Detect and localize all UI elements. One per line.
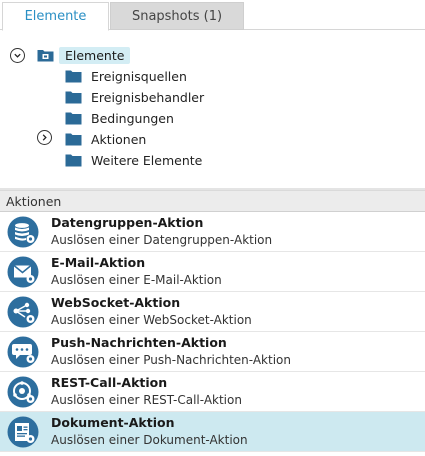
tree-item-label: Ereignisbehandler xyxy=(91,89,205,105)
action-title: Push-Nachrichten-Aktion xyxy=(51,335,227,350)
expand-icon[interactable] xyxy=(37,130,52,145)
tree-item-label: Bedingungen xyxy=(91,110,174,126)
tab-bar: Elemente Snapshots (1) xyxy=(0,0,425,31)
database-gear-icon xyxy=(7,216,39,248)
tab-snapshots[interactable]: Snapshots (1) xyxy=(110,2,244,30)
tree-item-aktionen[interactable]: Aktionen xyxy=(65,129,146,149)
action-description: Auslösen einer E-Mail-Aktion xyxy=(51,273,222,287)
action-title: REST-Call-Aktion xyxy=(51,375,168,390)
action-description: Auslösen einer REST-Call-Aktion xyxy=(51,393,242,407)
list-item-datengruppen-aktion[interactable]: Datengruppen-Aktion Auslösen einer Daten… xyxy=(0,212,425,252)
list-item-rest-call-aktion[interactable]: REST-Call-Aktion Auslösen einer REST-Cal… xyxy=(0,372,425,412)
folder-icon xyxy=(65,111,82,125)
email-gear-icon xyxy=(7,256,39,288)
elements-folder-icon xyxy=(37,48,54,62)
folder-icon xyxy=(65,132,82,146)
chat-bubble-gear-icon xyxy=(7,336,39,368)
action-list: Datengruppen-Aktion Auslösen einer Daten… xyxy=(0,212,425,456)
websocket-gear-icon xyxy=(7,296,39,328)
section-title: Aktionen xyxy=(6,193,62,209)
action-title: E-Mail-Aktion xyxy=(51,255,146,270)
tree-item-label: Ereignisquellen xyxy=(91,68,187,84)
collapse-icon[interactable] xyxy=(10,47,25,63)
action-description: Auslösen einer WebSocket-Aktion xyxy=(51,313,252,327)
element-tree: Elemente Ereignisquellen Ereignisbehandl… xyxy=(0,31,425,189)
document-gear-icon xyxy=(7,416,39,448)
tree-root-elemente[interactable]: Elemente xyxy=(10,45,131,65)
rest-gear-icon xyxy=(7,376,39,408)
list-item-email-aktion[interactable]: E-Mail-Aktion Auslösen einer E-Mail-Akti… xyxy=(0,252,425,292)
tree-item-ereignisbehandler[interactable]: Ereignisbehandler xyxy=(65,87,204,107)
action-description: Auslösen einer Datengruppen-Aktion xyxy=(51,233,273,247)
folder-icon xyxy=(65,69,82,83)
tree-item-label: Weitere Elemente xyxy=(91,152,203,168)
list-item-dokument-aktion[interactable]: Dokument-Aktion Auslösen einer Dokument-… xyxy=(0,412,425,452)
list-item-websocket-aktion[interactable]: WebSocket-Aktion Auslösen einer WebSocke… xyxy=(0,292,425,332)
tree-item-bedingungen[interactable]: Bedingungen xyxy=(65,108,174,128)
folder-icon xyxy=(65,90,82,104)
folder-icon xyxy=(65,153,82,167)
section-header: Aktionen xyxy=(0,190,425,212)
list-item-push-nachrichten-aktion[interactable]: Push-Nachrichten-Aktion Auslösen einer P… xyxy=(0,332,425,372)
action-description: Auslösen einer Push-Nachrichten-Aktion xyxy=(51,353,291,367)
action-title: Datengruppen-Aktion xyxy=(51,215,204,230)
tree-item-weitere-elemente[interactable]: Weitere Elemente xyxy=(65,150,202,170)
tab-elemente[interactable]: Elemente xyxy=(2,2,109,31)
tree-item-ereignisquellen[interactable]: Ereignisquellen xyxy=(65,66,187,86)
tree-root-label[interactable]: Elemente xyxy=(59,46,131,64)
action-title: WebSocket-Aktion xyxy=(51,295,181,310)
tree-item-label: Aktionen xyxy=(91,131,147,147)
action-title: Dokument-Aktion xyxy=(51,415,175,430)
action-description: Auslösen einer Dokument-Aktion xyxy=(51,433,248,447)
